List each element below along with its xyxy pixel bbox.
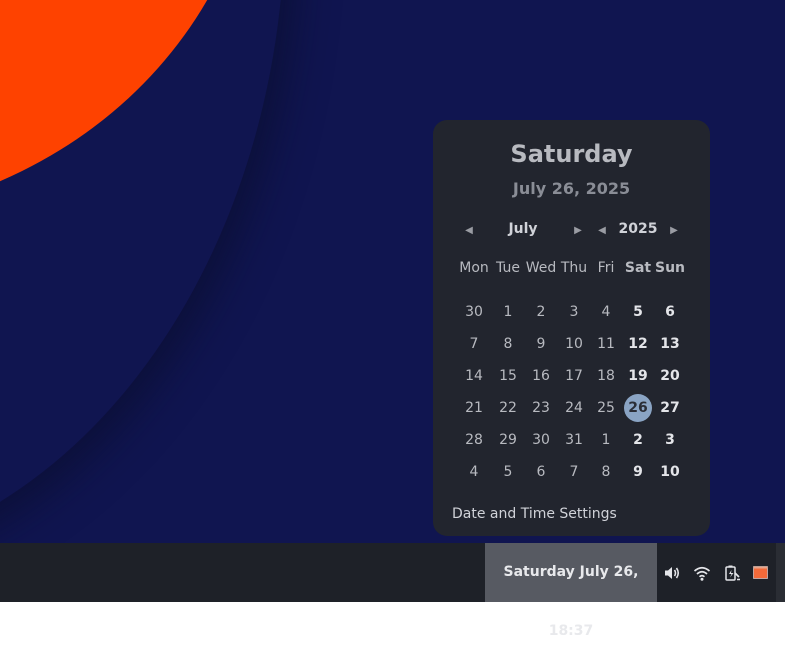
taskbar-edge xyxy=(776,543,785,602)
weekday-header: Sat xyxy=(624,260,652,276)
battery-icon[interactable] xyxy=(723,564,741,582)
show-desktop-icon[interactable] xyxy=(753,565,771,583)
calendar-day[interactable]: 5 xyxy=(621,296,655,328)
calendar-week-row: 30 1 2 3 4 5 6 xyxy=(457,296,691,328)
calendar-day[interactable]: 9 xyxy=(621,456,655,488)
calendar-day[interactable]: 1 xyxy=(589,424,623,456)
calendar-day[interactable]: 8 xyxy=(589,456,623,488)
calendar-week-row: 21 22 23 24 25 26 27 xyxy=(457,392,691,424)
calendar-day-name: Saturday xyxy=(510,140,633,168)
calendar-day[interactable]: 6 xyxy=(653,296,687,328)
calendar-day[interactable]: 2 xyxy=(524,296,558,328)
calendar-day[interactable]: 1 xyxy=(491,296,525,328)
calendar-day[interactable]: 7 xyxy=(457,328,491,360)
calendar-day[interactable]: 16 xyxy=(524,360,558,392)
wifi-icon[interactable] xyxy=(693,564,711,582)
calendar-day[interactable]: 30 xyxy=(524,424,558,456)
calendar-day[interactable]: 14 xyxy=(457,360,491,392)
calendar-day[interactable]: 27 xyxy=(653,392,687,424)
calendar-day[interactable]: 20 xyxy=(653,360,687,392)
today-day[interactable]: 26 xyxy=(624,394,652,422)
weekday-header: Fri xyxy=(597,260,615,276)
calendar-day[interactable]: 24 xyxy=(557,392,591,424)
prev-year-icon[interactable]: ◀ xyxy=(595,224,609,238)
calendar-day[interactable]: 22 xyxy=(491,392,525,424)
calendar-day[interactable]: 4 xyxy=(457,456,491,488)
calendar-week-row: 4 5 6 7 8 9 10 xyxy=(457,456,691,488)
calendar-week-row: 14 15 16 17 18 19 20 xyxy=(457,360,691,392)
year-label: 2025 xyxy=(618,221,658,237)
calendar-day[interactable]: 3 xyxy=(653,424,687,456)
calendar-full-date: July 26, 2025 xyxy=(512,179,631,198)
calendar-day[interactable]: 31 xyxy=(557,424,591,456)
weekday-header: Tue xyxy=(496,260,520,276)
weekday-header: Wed xyxy=(525,260,557,276)
calendar-day[interactable]: 10 xyxy=(557,328,591,360)
month-label: July xyxy=(508,221,538,237)
calendar-week-row: 28 29 30 31 1 2 3 xyxy=(457,424,691,456)
calendar-day[interactable]: 11 xyxy=(589,328,623,360)
calendar-day[interactable]: 21 xyxy=(457,392,491,424)
weekday-header: Sun xyxy=(654,260,686,276)
prev-month-icon[interactable]: ◀ xyxy=(462,224,476,238)
weekday-header-row: Mon Tue Wed Thu Fri Sat Sun xyxy=(457,260,691,296)
taskbar-clock[interactable]: Saturday July 26, 18:37 xyxy=(485,543,657,639)
calendar-week-row: 7 8 9 10 11 12 13 xyxy=(457,328,691,360)
desktop-wallpaper: Saturday July 26, 2025 ◀ July ▶ ◀ 2025 ▶… xyxy=(0,0,785,543)
weekday-header: Thu xyxy=(560,260,588,276)
calendar-day[interactable]: 5 xyxy=(491,456,525,488)
calendar-day[interactable]: 23 xyxy=(524,392,558,424)
calendar-day[interactable]: 10 xyxy=(653,456,687,488)
calendar-day[interactable]: 29 xyxy=(491,424,525,456)
calendar-day[interactable]: 15 xyxy=(491,360,525,392)
calendar-day[interactable]: 6 xyxy=(524,456,558,488)
date-time-settings-link[interactable]: Date and Time Settings xyxy=(452,506,617,522)
weekday-header: Mon xyxy=(459,260,489,276)
next-month-icon[interactable]: ▶ xyxy=(571,224,585,238)
calendar-day[interactable]: 3 xyxy=(557,296,591,328)
calendar-grid: Mon Tue Wed Thu Fri Sat Sun 30 1 2 3 4 5 6 7 8 9 10 11 12 13… xyxy=(457,260,691,488)
calendar-day[interactable]: 18 xyxy=(589,360,623,392)
calendar-day[interactable]: 26 xyxy=(621,392,655,424)
calendar-day[interactable]: 7 xyxy=(557,456,591,488)
calendar-day[interactable]: 9 xyxy=(524,328,558,360)
calendar-day[interactable]: 2 xyxy=(621,424,655,456)
taskbar: Saturday July 26, 18:37 xyxy=(0,543,785,639)
calendar-day[interactable]: 13 xyxy=(653,328,687,360)
calendar-day[interactable]: 17 xyxy=(557,360,591,392)
calendar-day[interactable]: 8 xyxy=(491,328,525,360)
calendar-popup: Saturday July 26, 2025 ◀ July ▶ ◀ 2025 ▶… xyxy=(433,120,710,536)
calendar-day[interactable]: 19 xyxy=(621,360,655,392)
calendar-day[interactable]: 30 xyxy=(457,296,491,328)
calendar-day[interactable]: 28 xyxy=(457,424,491,456)
calendar-day[interactable]: 4 xyxy=(589,296,623,328)
next-year-icon[interactable]: ▶ xyxy=(667,224,681,238)
calendar-day[interactable]: 25 xyxy=(589,392,623,424)
calendar-day[interactable]: 12 xyxy=(621,328,655,360)
volume-icon[interactable] xyxy=(663,564,681,582)
